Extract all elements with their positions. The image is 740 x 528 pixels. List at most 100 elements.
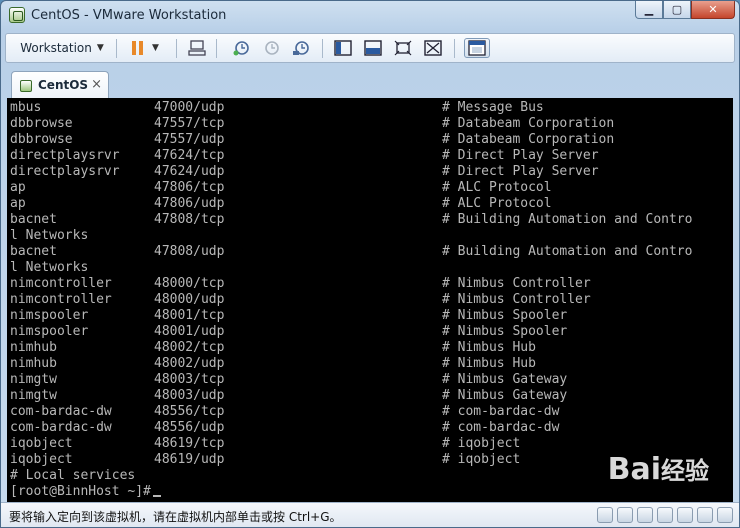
printer-icon[interactable] — [697, 507, 713, 523]
console-comment: # iqobject — [442, 436, 521, 451]
console-service-name: l Networks — [10, 228, 89, 243]
console-comment: # Building Automation and Contro — [442, 212, 693, 227]
hard-disk-icon[interactable] — [597, 507, 613, 523]
watermark-suffix: 经验 — [661, 457, 709, 485]
console-port: 48001/tcp — [154, 308, 225, 323]
console-view-icon — [334, 40, 352, 56]
library-icon — [468, 40, 486, 56]
close-icon: ✕ — [708, 3, 718, 16]
minimize-button[interactable]: ▁ — [635, 1, 663, 19]
console-service-name: dbbrowse — [10, 116, 73, 131]
console-service-name: nimgtw — [10, 372, 57, 387]
toolbar-separator — [454, 39, 455, 58]
usb-controller-icon[interactable] — [657, 507, 673, 523]
take-snapshot-button[interactable] — [230, 38, 252, 58]
toolbar-separator — [216, 39, 217, 58]
send-ctrl-alt-del-button[interactable] — [186, 38, 208, 58]
tab-centos[interactable]: CentOS × — [11, 71, 109, 99]
toolbar-separator — [176, 39, 177, 58]
network-adapter-icon[interactable] — [637, 507, 653, 523]
console-comment: # ALC Protocol — [442, 196, 552, 211]
toolbar-separator — [116, 39, 117, 58]
console-comment: # Nimbus Controller — [442, 276, 591, 291]
workstation-menu-button[interactable]: Workstation ▼ — [14, 38, 110, 58]
console-service-name: nimhub — [10, 356, 57, 371]
console-prompt: [root@BinnHost ~]# — [10, 484, 151, 499]
workstation-menu-label: Workstation — [20, 41, 92, 55]
status-message: 要将输入定向到该虚拟机，请在虚拟机内部单击或按 Ctrl+G。 — [9, 510, 342, 524]
console-service-name: iqobject — [10, 452, 73, 467]
console-service-name: dbbrowse — [10, 132, 73, 147]
console-service-name: l Networks — [10, 260, 89, 275]
minimize-icon: ▁ — [644, 3, 654, 16]
library-button[interactable] — [464, 38, 490, 58]
chevron-down-icon: ▼ — [152, 43, 159, 53]
console-port: 48619/udp — [154, 452, 225, 467]
console-comment: # Nimbus Spooler — [442, 324, 568, 339]
console-service-name: directplaysrvr — [10, 148, 120, 163]
tab-close-icon[interactable]: × — [91, 77, 102, 92]
console-service-name: iqobject — [10, 436, 73, 451]
quick-switch-button[interactable] — [362, 38, 384, 58]
console-service-name: com-bardac-dw — [10, 404, 112, 419]
chevron-down-icon: ▼ — [96, 43, 104, 53]
device-status-icons — [597, 507, 733, 523]
revert-snapshot-button[interactable] — [260, 38, 282, 58]
display-icon[interactable] — [717, 507, 733, 523]
main-toolbar: Workstation ▼ ▼ — [5, 33, 735, 63]
snapshot-icon — [233, 41, 249, 56]
console-service-name: ap — [10, 180, 26, 195]
console-comment: # Nimbus Hub — [442, 356, 536, 371]
cd-rom-icon[interactable] — [617, 507, 633, 523]
title-bar: CentOS - VMware Workstation ▁ ▢ ✕ — [1, 1, 739, 31]
snapshot-manager-icon — [293, 41, 309, 55]
maximize-icon: ▢ — [671, 3, 683, 16]
console-port: 48001/udp — [154, 324, 225, 339]
console-comment: # Direct Play Server — [442, 164, 599, 179]
console-port: 48002/udp — [154, 356, 225, 371]
console-port: 48003/udp — [154, 388, 225, 403]
text-cursor — [152, 495, 161, 497]
console-service-name: nimspooler — [10, 324, 89, 339]
console-prompt-line: [root@BinnHost ~]# — [10, 484, 161, 500]
power-pause-button[interactable]: ▼ — [124, 38, 164, 58]
console-port: 48556/udp — [154, 420, 225, 435]
console-comment: # Nimbus Hub — [442, 340, 536, 355]
snapshot-manager-button[interactable] — [290, 38, 312, 58]
sound-card-icon[interactable] — [677, 507, 693, 523]
vm-console[interactable]: mbus 47000/udp # Message Bus dbbrowse 47557/… — [7, 98, 733, 502]
window-controls: ▁ ▢ ✕ — [635, 1, 735, 21]
console-port: 48003/tcp — [154, 372, 225, 387]
console-port: 48000/tcp — [154, 276, 225, 291]
vmware-app-icon — [9, 7, 25, 23]
console-port: 47557/udp — [154, 132, 225, 147]
fullscreen-button[interactable] — [392, 38, 414, 58]
console-comment: # com-bardac-dw — [442, 404, 560, 419]
console-comment: # Databeam Corporation — [442, 132, 615, 147]
console-comment: # Nimbus Controller — [442, 292, 591, 307]
console-comment: # Nimbus Gateway — [442, 372, 568, 387]
console-comment: # iqobject — [442, 452, 521, 467]
console-service-name: bacnet — [10, 212, 57, 227]
status-bar: 要将输入定向到该虚拟机，请在虚拟机内部单击或按 Ctrl+G。 — [1, 502, 739, 527]
console-comment: # Direct Play Server — [442, 148, 599, 163]
console-port: 47806/tcp — [154, 180, 225, 195]
console-comment: # com-bardac-dw — [442, 420, 560, 435]
fullscreen-icon — [394, 40, 412, 56]
console-service-name: nimcontroller — [10, 276, 112, 291]
revert-snapshot-icon — [265, 41, 279, 55]
vm-tab-bar: CentOS × — [5, 67, 735, 99]
console-port: 48000/udp — [154, 292, 225, 307]
close-button[interactable]: ✕ — [691, 1, 735, 19]
console-comment: # ALC Protocol — [442, 180, 552, 195]
vm-icon — [20, 80, 32, 92]
console-port: 47808/udp — [154, 244, 225, 259]
toolbar-separator — [322, 39, 323, 58]
maximize-button[interactable]: ▢ — [663, 1, 691, 19]
console-port: 48619/tcp — [154, 436, 225, 451]
unity-button[interactable] — [422, 38, 444, 58]
console-view-button[interactable] — [332, 38, 354, 58]
watermark-text: Bai — [607, 452, 661, 487]
console-port: 48002/tcp — [154, 340, 225, 355]
window-title: CentOS - VMware Workstation — [31, 8, 227, 23]
